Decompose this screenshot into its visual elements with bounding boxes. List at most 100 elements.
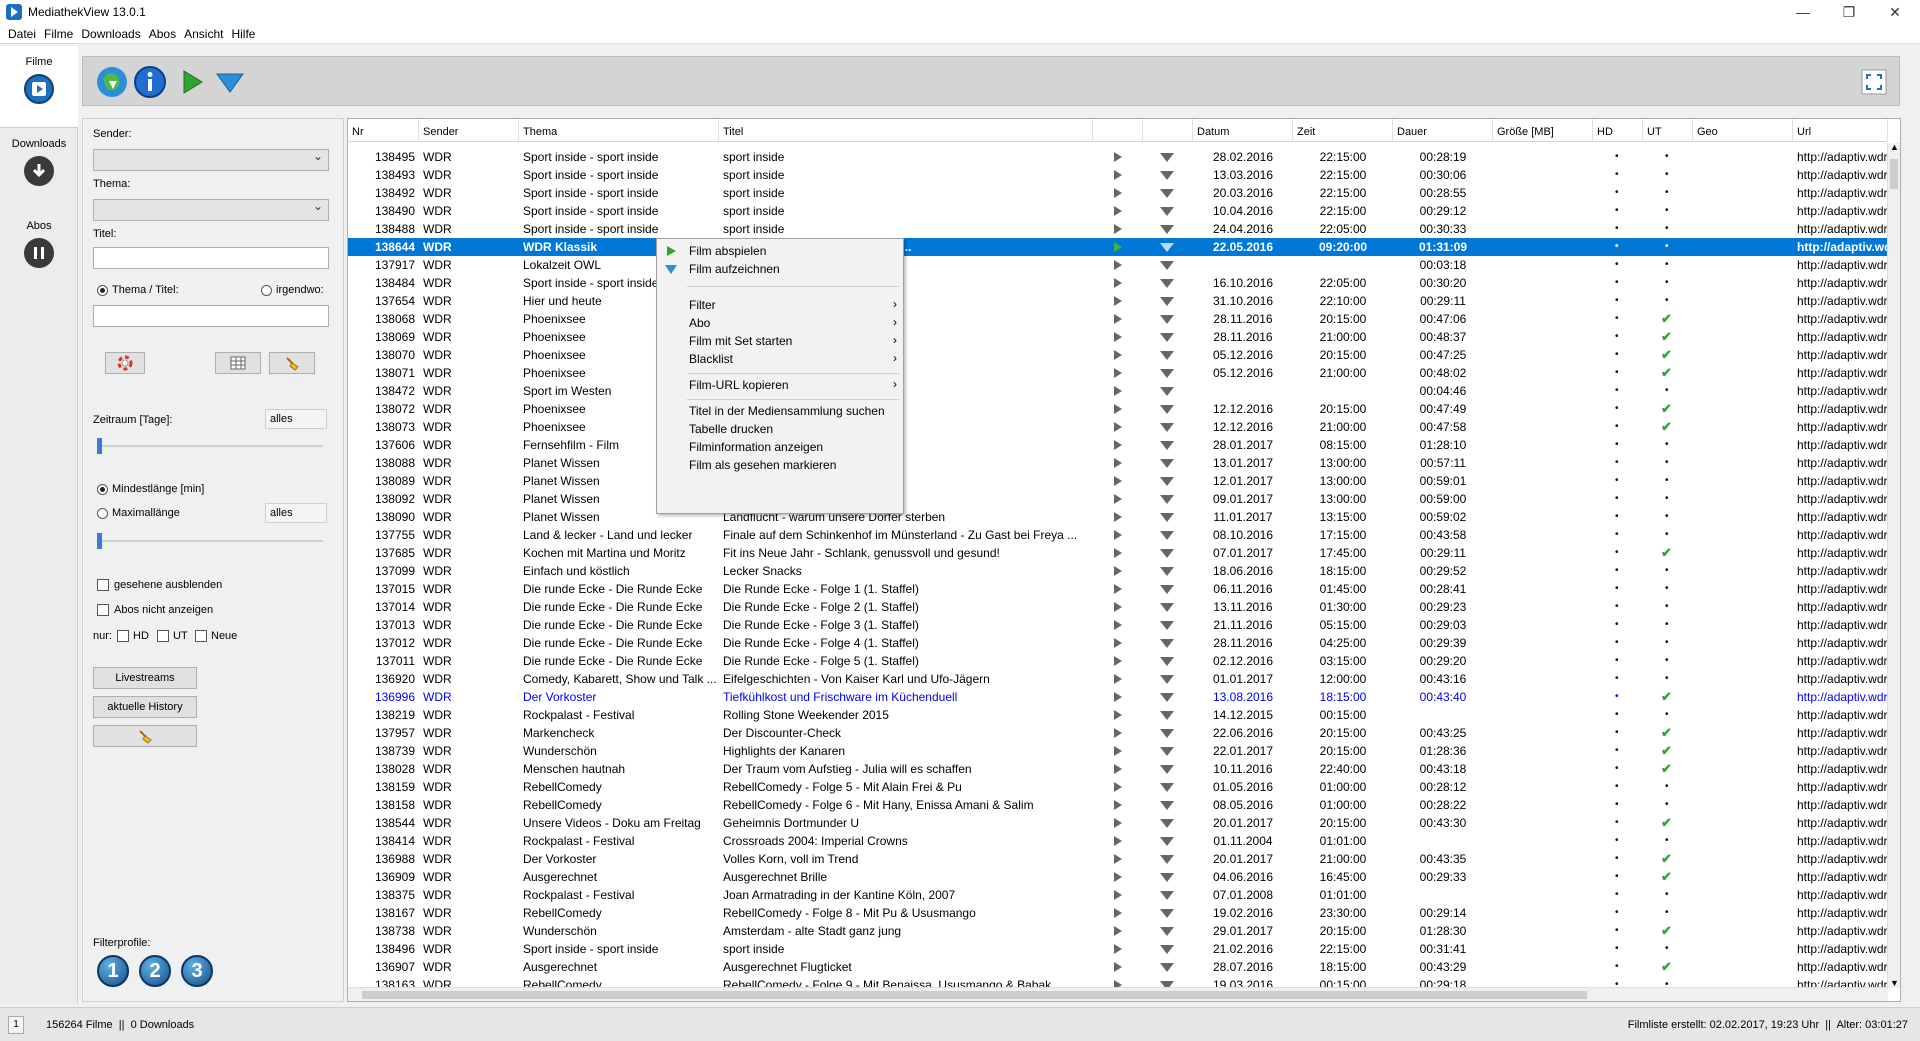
table-row[interactable]: 136920 WDR Comedy, Kabarett, Show und Talk… [348, 670, 1888, 688]
play-icon[interactable] [1114, 728, 1122, 738]
play-icon[interactable] [1114, 782, 1122, 792]
play-icon[interactable] [1114, 260, 1122, 270]
menu-abos[interactable]: Abos [145, 27, 180, 41]
record-icon[interactable] [1160, 495, 1174, 504]
table-row[interactable]: 138488 WDR Sport inside - sport inside spor… [348, 220, 1888, 238]
play-icon[interactable] [1114, 944, 1122, 954]
table-row[interactable]: 138493 WDR Sport inside - sport inside spor… [348, 166, 1888, 184]
play-icon[interactable] [1114, 422, 1122, 432]
ctx-tabelle-drucken[interactable]: Tabelle drucken [657, 419, 903, 439]
maximize-button[interactable]: ❐ [1826, 0, 1872, 24]
play-icon[interactable] [1114, 890, 1122, 900]
play-icon[interactable] [1114, 332, 1122, 342]
table-row[interactable]: 138739 WDR Wunderschön Highlights der Kanar… [348, 742, 1888, 760]
horizontal-scroll-thumb[interactable] [362, 991, 1587, 999]
scroll-down-icon[interactable]: ▼ [1890, 978, 1899, 988]
table-row[interactable]: 136907 WDR Ausgerechnet Ausgerechnet Flugti… [348, 958, 1888, 976]
gesehene-checkbox[interactable] [97, 579, 109, 591]
column-header[interactable]: Thema [519, 119, 719, 142]
ctx-als-gesehen[interactable]: Film als gesehen markieren [657, 455, 903, 475]
record-icon[interactable] [1160, 567, 1174, 576]
play-icon[interactable] [1114, 548, 1122, 558]
play-icon[interactable] [175, 65, 209, 99]
record-icon[interactable] [1160, 225, 1174, 234]
record-icon[interactable] [1160, 783, 1174, 792]
table-row[interactable]: 138544 WDR Unsere Videos - Doku am Freitag… [348, 814, 1888, 832]
record-icon[interactable] [1160, 423, 1174, 432]
play-icon[interactable] [1114, 206, 1122, 216]
table-row[interactable]: 136996 WDR Der Vorkoster Tiefkühlkost und F… [348, 688, 1888, 706]
record-icon[interactable] [1160, 333, 1174, 342]
zeitraum-slider-handle[interactable] [97, 438, 102, 454]
play-icon[interactable] [1114, 602, 1122, 612]
thema-titel-input[interactable] [93, 305, 329, 327]
table-row[interactable]: 137011 WDR Die runde Ecke - Die Runde Ecke… [348, 652, 1888, 670]
ctx-filminformation[interactable]: Filminformation anzeigen [657, 437, 903, 457]
nav-filme[interactable]: Filme [0, 46, 78, 128]
column-header[interactable]: Titel [719, 119, 1093, 142]
history-button[interactable]: aktuelle History [93, 696, 197, 718]
play-icon[interactable] [1114, 188, 1122, 198]
play-icon[interactable] [1114, 476, 1122, 486]
play-icon[interactable] [1114, 278, 1122, 288]
refresh-filmlist-icon[interactable] [95, 65, 129, 99]
laenge-slider-handle[interactable] [97, 533, 102, 549]
table-row[interactable]: 138068 WDR Phoenixsee 28.11.2016 20:15:00 00:… [348, 310, 1888, 328]
ctx-film-mit-set[interactable]: Film mit Set starten › [657, 331, 903, 351]
record-icon[interactable] [1160, 279, 1174, 288]
thema-combobox[interactable] [93, 199, 329, 221]
table-row[interactable]: 138375 WDR Rockpalast - Festival Joan Armat… [348, 886, 1888, 904]
record-icon[interactable] [1160, 243, 1174, 252]
column-header[interactable]: Nr [348, 119, 419, 142]
play-icon[interactable] [1114, 800, 1122, 810]
table-row[interactable]: 136909 WDR Ausgerechnet Ausgerechnet Brille… [348, 868, 1888, 886]
record-icon[interactable] [1160, 459, 1174, 468]
menu-filme[interactable]: Filme [40, 27, 77, 41]
table-row[interactable]: 138072 WDR Phoenixsee 12.12.2016 20:15:00 00:… [348, 400, 1888, 418]
table-row[interactable]: 137606 WDR Fernsehfilm - Film 28.01.2017 08:… [348, 436, 1888, 454]
record-icon[interactable] [1160, 639, 1174, 648]
play-icon[interactable] [1114, 494, 1122, 504]
table-row[interactable]: 138219 WDR Rockpalast - Festival Rolling St… [348, 706, 1888, 724]
column-header[interactable]: Zeit [1293, 119, 1393, 142]
record-icon[interactable] [1160, 603, 1174, 612]
table-row[interactable]: 138158 WDR RebellComedy RebellComedy - Folg… [348, 796, 1888, 814]
play-icon[interactable] [1114, 512, 1122, 522]
table-row[interactable]: 138070 WDR Phoenixsee 05.12.2016 20:15:00 00:… [348, 346, 1888, 364]
play-icon[interactable] [1114, 692, 1122, 702]
fullscreen-icon[interactable] [1859, 67, 1889, 97]
column-header[interactable]: Dauer [1393, 119, 1493, 142]
record-icon[interactable] [1160, 909, 1174, 918]
play-icon[interactable] [1114, 458, 1122, 468]
filterprofile-2-button[interactable]: 2 [139, 955, 171, 987]
table-row[interactable]: 138073 WDR Phoenixsee 12.12.2016 21:00:00 00:… [348, 418, 1888, 436]
play-icon[interactable] [1114, 584, 1122, 594]
table-row[interactable]: 138071 WDR Phoenixsee 05.12.2016 21:00:00 00:… [348, 364, 1888, 382]
menu-datei[interactable]: Datei [4, 27, 40, 41]
column-header[interactable]: UT [1643, 119, 1693, 142]
radio-irgendwo[interactable] [261, 285, 272, 296]
play-icon[interactable] [1114, 656, 1122, 666]
column-header[interactable] [1143, 119, 1193, 142]
play-icon[interactable] [1114, 386, 1122, 396]
table-row[interactable]: 138167 WDR RebellComedy RebellComedy - Folg… [348, 904, 1888, 922]
record-icon[interactable] [1160, 891, 1174, 900]
play-icon[interactable] [1114, 638, 1122, 648]
record-icon[interactable] [1160, 513, 1174, 522]
table-row[interactable]: 136988 WDR Der Vorkoster Volles Korn, voll … [348, 850, 1888, 868]
table-row[interactable]: 137654WDRHier und heutelverein spielt si… [348, 292, 1888, 310]
table-row[interactable]: 137755 WDR Land & lecker - Land und lecker… [348, 526, 1888, 544]
record-icon[interactable] [1160, 477, 1174, 486]
record-icon[interactable] [1160, 675, 1174, 684]
table-row[interactable]: 138490 WDR Sport inside - sport inside spor… [348, 202, 1888, 220]
table-row[interactable]: 137917 WDR Lokalzeit OWL 00:03:18 • • http://a… [348, 256, 1888, 274]
play-icon[interactable] [1114, 836, 1122, 846]
ctx-film-abspielen[interactable]: Film abspielen [657, 241, 903, 261]
play-icon[interactable] [1114, 764, 1122, 774]
play-icon[interactable] [1114, 674, 1122, 684]
play-icon[interactable] [1114, 170, 1122, 180]
table-row[interactable]: 137014 WDR Die runde Ecke - Die Runde Ecke… [348, 598, 1888, 616]
record-icon[interactable] [1160, 657, 1174, 666]
table-row[interactable]: 138028 WDR Menschen hautnah Der Traum vom A… [348, 760, 1888, 778]
record-icon[interactable] [213, 65, 247, 99]
